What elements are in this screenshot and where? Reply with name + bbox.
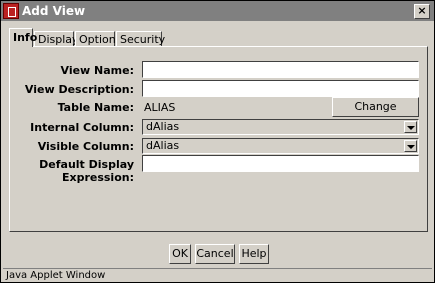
ok-button[interactable]: OK — [169, 244, 191, 264]
tab-options[interactable]: Options — [75, 31, 121, 46]
default-display-label: Default Display Expression: — [39, 158, 134, 184]
default-display-field[interactable] — [142, 155, 419, 172]
visible-column-value: dAlias — [146, 139, 180, 152]
table-name-label: Table Name: — [57, 101, 134, 114]
help-button[interactable]: Help — [239, 244, 269, 264]
add-view-dialog: Add View × Info Display Options Security… — [0, 0, 435, 283]
title-bar[interactable]: Add View × — [1, 1, 434, 21]
view-name-label: View Name: — [60, 64, 135, 77]
visible-column-label: Visible Column: — [37, 140, 134, 153]
close-icon[interactable]: × — [414, 4, 430, 19]
view-description-field[interactable] — [142, 80, 419, 97]
change-columns-button[interactable]: Change Columns... — [332, 97, 419, 131]
view-description-label: View Description: — [24, 83, 134, 96]
status-bar: Java Applet Window — [3, 268, 432, 281]
chevron-down-icon[interactable] — [404, 140, 417, 152]
chevron-down-icon[interactable] — [404, 121, 417, 133]
visible-column-select[interactable]: dAlias — [142, 138, 419, 154]
cancel-button[interactable]: Cancel — [195, 244, 235, 264]
internal-column-value: dAlias — [146, 120, 180, 133]
tab-info[interactable]: Info — [9, 28, 37, 47]
internal-column-label: Internal Column: — [30, 121, 134, 134]
view-name-field[interactable] — [142, 61, 419, 78]
tab-display[interactable]: Display — [34, 31, 79, 46]
table-name-value: ALIAS — [144, 101, 176, 114]
window-title: Add View — [22, 4, 86, 18]
tab-security[interactable]: Security — [116, 31, 165, 46]
app-icon — [3, 3, 19, 19]
internal-column-select[interactable]: dAlias — [142, 119, 419, 135]
